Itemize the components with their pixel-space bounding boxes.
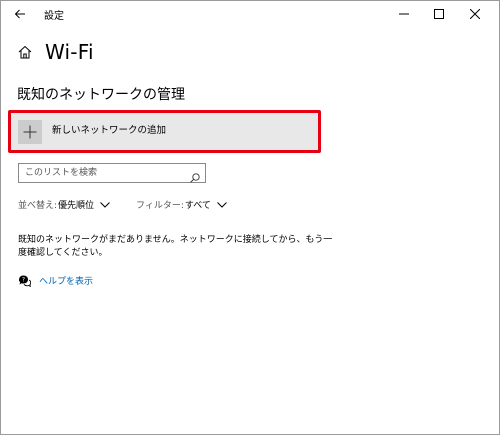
sort-label: 並べ替え: [18, 201, 58, 211]
search-icon[interactable] [190, 168, 200, 183]
page-title: Wi-Fi [45, 40, 94, 64]
maximize-icon [434, 4, 444, 23]
svg-text:?: ? [22, 277, 25, 284]
help-link-row[interactable]: ? ヘルプを表示 [18, 274, 93, 287]
minimize-icon [399, 4, 409, 23]
back-button[interactable] [9, 3, 31, 25]
filter-label: フィルター: [136, 201, 184, 211]
highlight-frame [8, 110, 321, 153]
settings-window: 設定 Wi-Fi 既知のネットワークの管理 新しいネットワークの追加 このリスト… [0, 0, 500, 435]
maximize-button[interactable] [421, 1, 457, 25]
sort-value: 優先順位 [58, 201, 95, 211]
search-input[interactable] [25, 166, 183, 180]
filter-value: すべて [184, 201, 211, 211]
chevron-down-icon [100, 200, 110, 210]
empty-list-message: 既知のネットワークがまだありません。ネットワークに接続してから、もう一度確認して… [18, 235, 333, 258]
section-heading: 既知のネットワークの管理 [17, 87, 185, 103]
close-button[interactable] [457, 1, 493, 25]
help-chat-icon: ? [18, 274, 31, 287]
page-header: Wi-Fi [17, 37, 94, 67]
search-field[interactable] [18, 163, 206, 183]
home-icon[interactable] [17, 44, 33, 60]
window-title: 設定 [44, 11, 64, 22]
title-bar: 設定 [1, 1, 499, 27]
close-icon [469, 4, 481, 23]
back-arrow-icon [14, 5, 26, 24]
chevron-down-icon [217, 200, 227, 210]
minimize-button[interactable] [386, 1, 422, 25]
filter-dropdown[interactable]: フィルター: すべて [136, 198, 227, 211]
sort-dropdown[interactable]: 並べ替え: 優先順位 [18, 198, 110, 211]
help-link[interactable]: ヘルプを表示 [39, 274, 93, 287]
